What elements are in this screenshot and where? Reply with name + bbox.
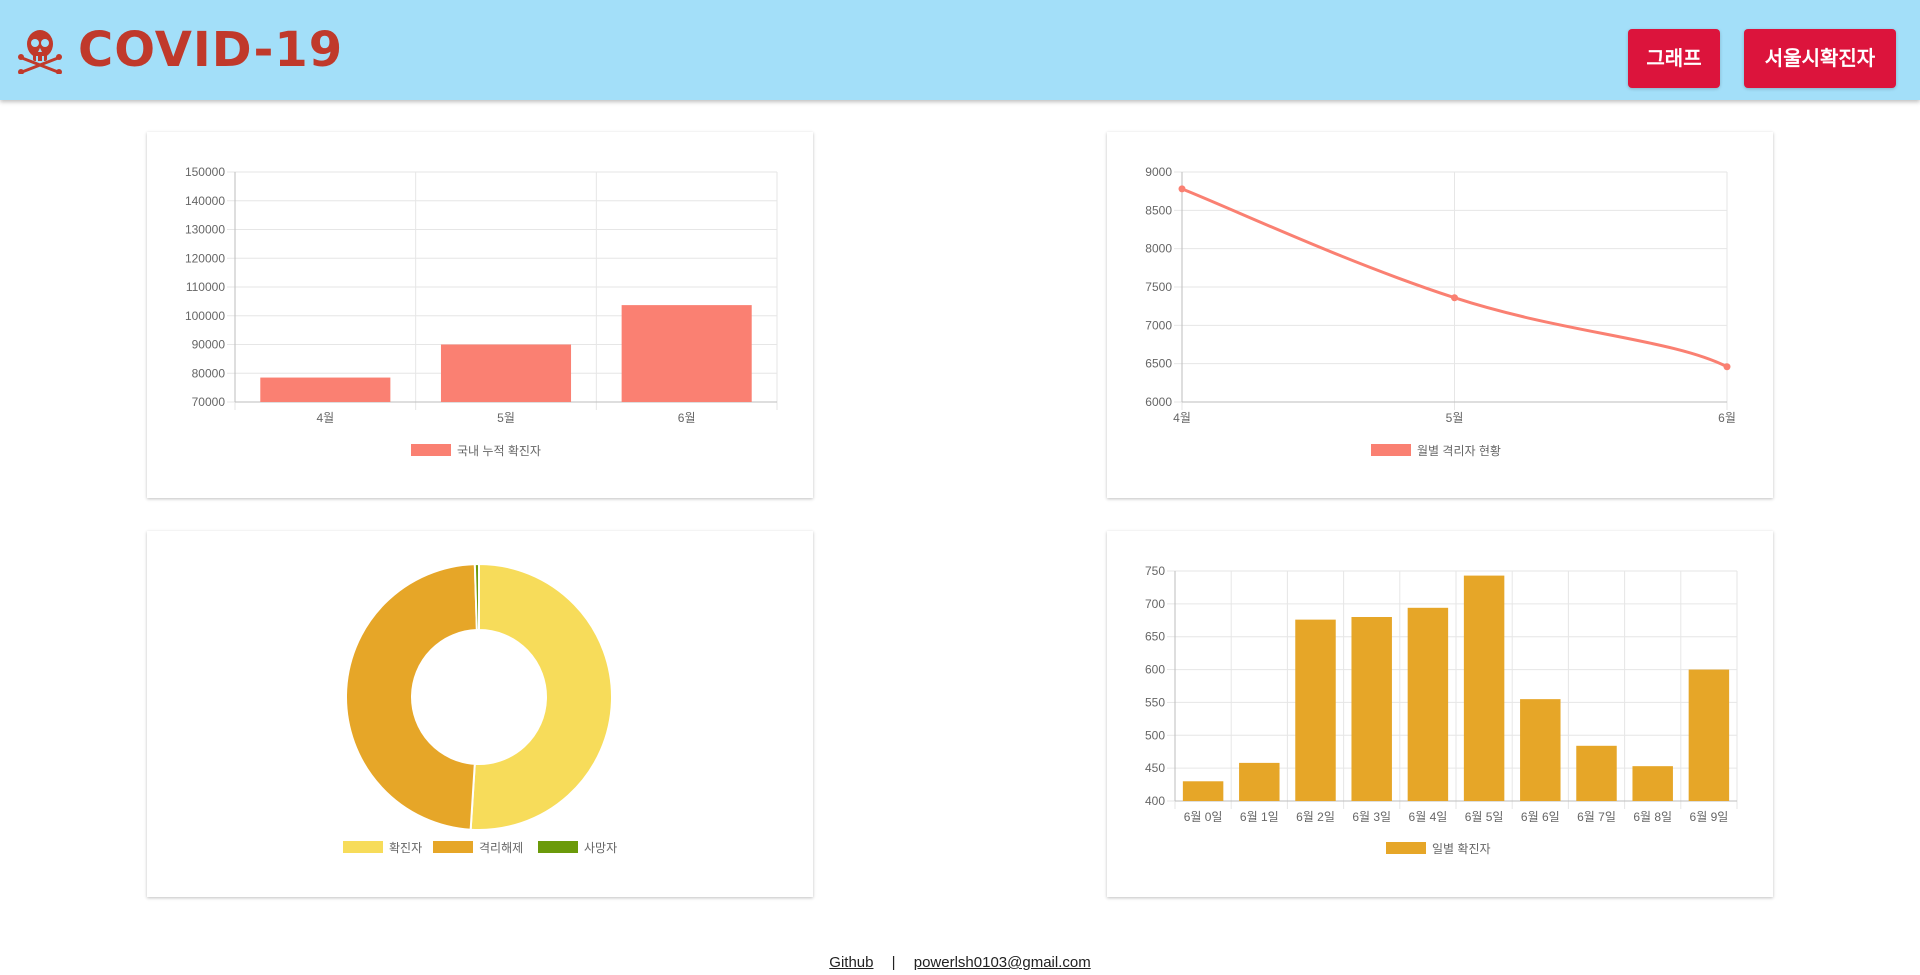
legend-label: 국내 누적 확진자 bbox=[457, 444, 541, 458]
x-tick-label: 4월 bbox=[316, 411, 334, 425]
footer-separator: | bbox=[891, 954, 896, 971]
y-tick-label: 140000 bbox=[185, 194, 225, 208]
top-navbar: COVID-19 그래프 서울시확진자 bbox=[0, 0, 1920, 100]
y-tick-label: 6500 bbox=[1145, 357, 1172, 371]
y-tick-label: 110000 bbox=[186, 280, 225, 294]
y-tick-label: 7000 bbox=[1145, 318, 1172, 332]
x-tick-label: 6월 3일 bbox=[1352, 810, 1391, 824]
x-tick-label: 4월 bbox=[1173, 411, 1191, 425]
y-tick-label: 550 bbox=[1145, 695, 1165, 709]
bar bbox=[1351, 617, 1392, 801]
x-tick-label: 5월 bbox=[1446, 411, 1464, 425]
legend-label: 격리해제 bbox=[479, 841, 523, 855]
legend-swatch bbox=[1386, 842, 1426, 854]
bar bbox=[1632, 766, 1673, 801]
seoul-cases-button[interactable]: 서울시확진자 bbox=[1744, 29, 1896, 88]
x-tick-label: 6월 bbox=[1718, 411, 1736, 425]
legend-label: 일별 확진자 bbox=[1432, 842, 1491, 856]
x-tick-label: 6월 9일 bbox=[1690, 810, 1729, 824]
y-tick-label: 70000 bbox=[192, 395, 226, 409]
bar bbox=[1463, 575, 1505, 801]
y-tick-label: 9000 bbox=[1145, 165, 1172, 179]
monthly-quarantine-card: 6000 6500 7000 7500 8000 8500 9000 4월 5월 6월월별 격리자… bbox=[1107, 132, 1773, 498]
bar bbox=[440, 344, 572, 402]
y-tick-label: 650 bbox=[1145, 630, 1165, 644]
doughnut-slice bbox=[469, 562, 613, 831]
y-tick-label: 700 bbox=[1145, 597, 1165, 611]
graph-button[interactable]: 그래프 bbox=[1628, 29, 1720, 88]
x-tick-label: 6월 8일 bbox=[1633, 810, 1672, 824]
x-tick-label: 6월 6일 bbox=[1521, 810, 1560, 824]
monthly-quarantine-chart: 6000 6500 7000 7500 8000 8500 9000 4월 5월 6월월별 격리자… bbox=[1145, 165, 1736, 458]
data-point bbox=[1451, 294, 1458, 302]
y-tick-label: 750 bbox=[1145, 564, 1165, 578]
bar bbox=[621, 305, 752, 402]
email-link[interactable]: powerlsh0103@gmail.com bbox=[914, 954, 1091, 971]
legend-swatch bbox=[343, 841, 383, 853]
y-tick-label: 150000 bbox=[185, 165, 225, 179]
y-tick-label: 100000 bbox=[185, 309, 225, 323]
daily-cases-card: 400 450 500 550 600 650 700 750 6월 0일 6월 1일 6월 2일 6… bbox=[1107, 531, 1773, 897]
y-tick-label: 7500 bbox=[1145, 280, 1172, 294]
brand[interactable]: COVID-19 bbox=[16, 22, 343, 78]
legend-label: 확진자 bbox=[389, 841, 422, 855]
bar bbox=[1520, 699, 1561, 801]
y-tick-label: 450 bbox=[1145, 761, 1165, 775]
bar bbox=[1239, 762, 1280, 801]
y-tick-label: 130000 bbox=[185, 223, 225, 237]
x-tick-label: 6월 4일 bbox=[1409, 810, 1448, 824]
github-link[interactable]: Github bbox=[829, 954, 873, 971]
x-tick-label: 6월 7일 bbox=[1577, 810, 1616, 824]
x-tick-label: 6월 5일 bbox=[1465, 810, 1504, 824]
skull-crossbones-icon bbox=[18, 30, 62, 74]
footer: Github | powerlsh0103@gmail.com bbox=[0, 954, 1920, 971]
y-tick-label: 400 bbox=[1145, 794, 1165, 808]
bar bbox=[1688, 669, 1730, 801]
cumulative-cases-card: 70000 80000 90000 100000 110000 120000 130000 1… bbox=[147, 132, 813, 498]
y-tick-label: 6000 bbox=[1145, 395, 1172, 409]
x-tick-label: 6월 2일 bbox=[1296, 810, 1335, 824]
bar bbox=[1576, 745, 1617, 801]
cumulative-cases-chart: 70000 80000 90000 100000 110000 120000 130000 1… bbox=[185, 165, 778, 458]
x-tick-label: 6월 bbox=[678, 411, 696, 425]
legend-label: 월별 격리자 현황 bbox=[1417, 444, 1501, 458]
x-tick-label: 6월 0일 bbox=[1184, 810, 1223, 824]
legend-swatch bbox=[1371, 444, 1411, 456]
legend-label: 사망자 bbox=[584, 841, 617, 855]
bar bbox=[1295, 619, 1336, 801]
y-tick-label: 8000 bbox=[1145, 242, 1172, 256]
bar bbox=[1407, 607, 1449, 801]
y-tick-label: 120000 bbox=[185, 251, 225, 265]
y-tick-label: 90000 bbox=[192, 338, 226, 352]
y-tick-label: 500 bbox=[1145, 728, 1165, 742]
x-tick-label: 6월 1일 bbox=[1240, 810, 1279, 824]
daily-cases-chart: 400 450 500 550 600 650 700 750 6월 0일 6월 1일 6월 2일 6… bbox=[1145, 564, 1738, 856]
app-title: COVID-19 bbox=[78, 22, 344, 78]
y-tick-label: 8500 bbox=[1145, 203, 1172, 217]
status-doughnut-chart: 확진자 격리해제 사망자 bbox=[343, 562, 617, 855]
data-point bbox=[1723, 363, 1731, 371]
data-point bbox=[1178, 185, 1186, 193]
bar bbox=[260, 377, 391, 402]
legend-swatch bbox=[433, 841, 473, 853]
y-tick-label: 80000 bbox=[192, 366, 226, 380]
doughnut-slice bbox=[345, 563, 478, 831]
y-tick-label: 600 bbox=[1145, 663, 1165, 677]
x-tick-label: 5월 bbox=[497, 411, 515, 425]
bar bbox=[1182, 781, 1224, 801]
legend-swatch bbox=[411, 444, 451, 456]
status-doughnut-card: 확진자 격리해제 사망자 bbox=[147, 531, 813, 897]
legend-swatch bbox=[538, 841, 578, 853]
